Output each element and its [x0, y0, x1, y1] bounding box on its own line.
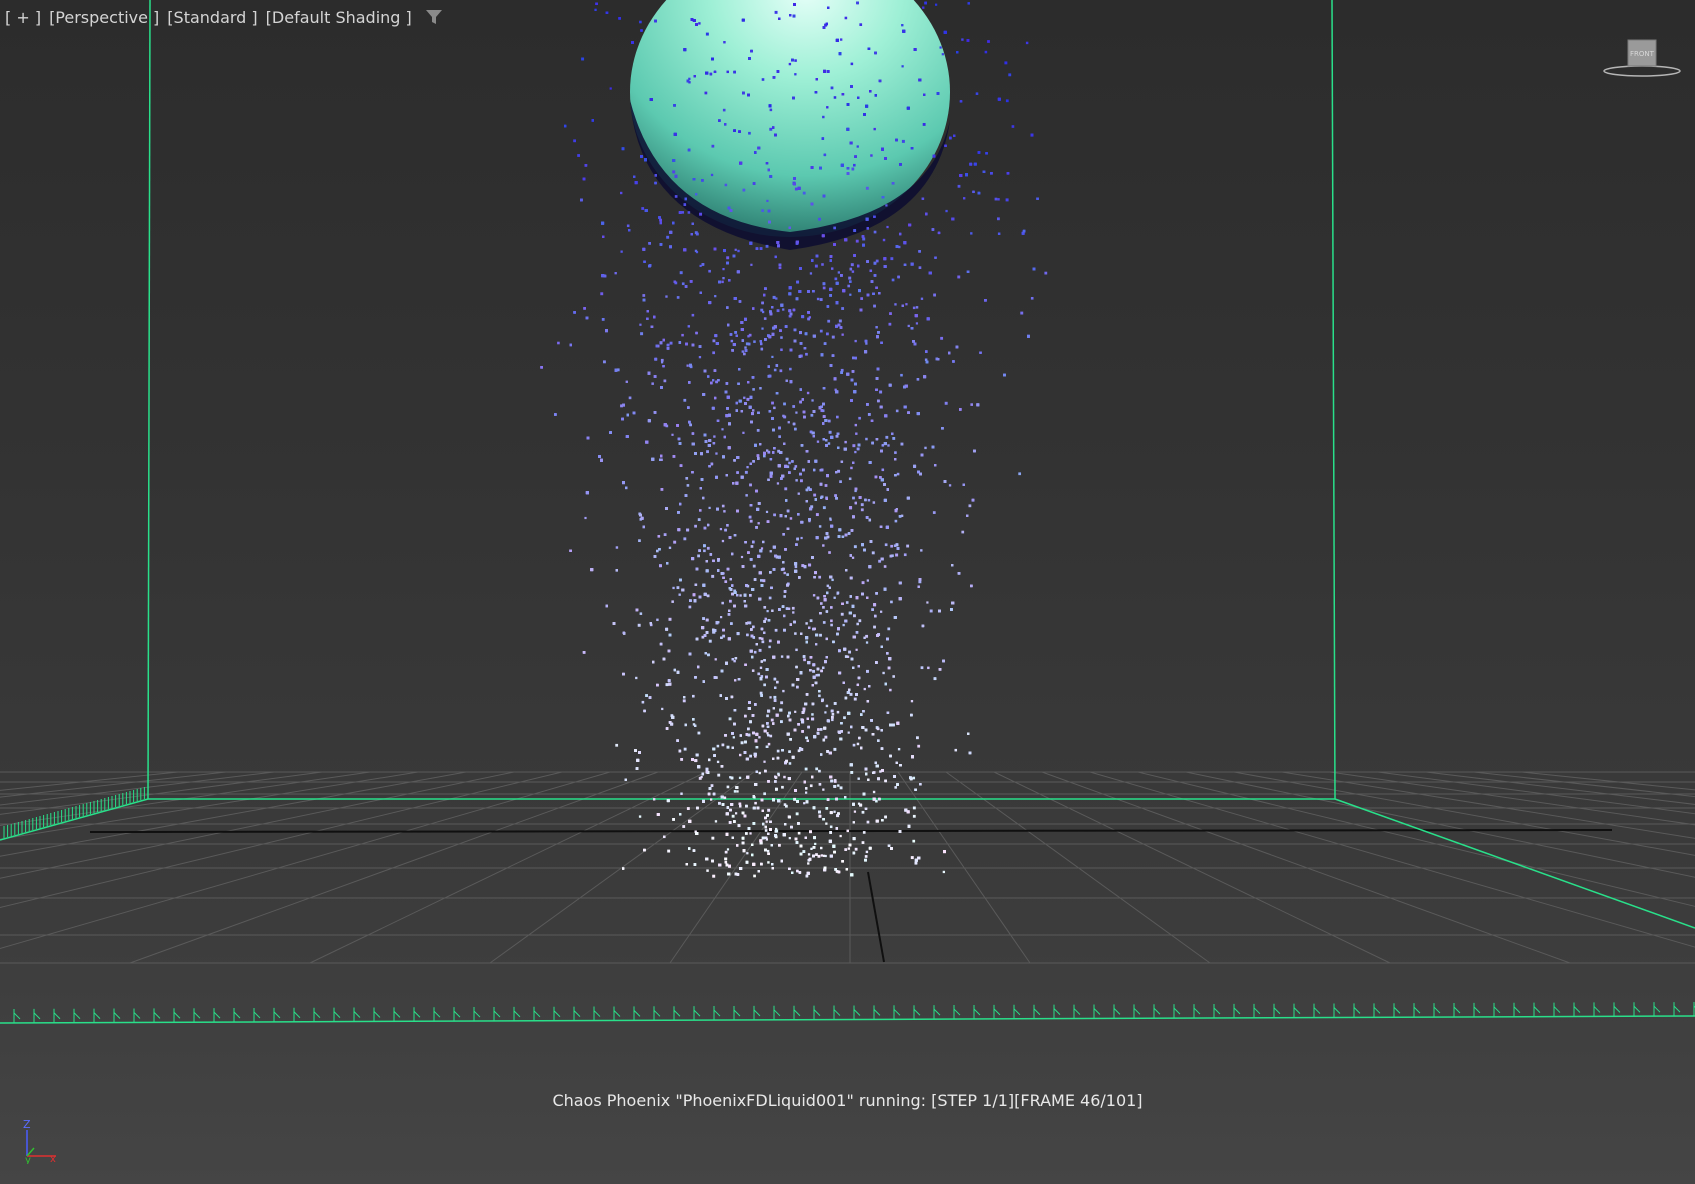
simulation-status-text: Chaos Phoenix "PhoenixFDLiquid001" runni… — [552, 1091, 1143, 1110]
viewcube-face-label: FRONT — [1630, 50, 1655, 58]
ground-grid — [0, 771, 1695, 964]
viewport-camera-mode-menu[interactable]: [Standard ] — [166, 8, 258, 27]
viewcube-compass-ring[interactable] — [1603, 65, 1681, 77]
axis-tripod-z-label: Z — [23, 1118, 31, 1131]
axis-tripod-x-label: x — [50, 1154, 56, 1164]
world-y-axis — [867, 871, 885, 963]
viewport-shading-menu[interactable]: [Default Shading ] — [265, 8, 413, 27]
viewport-label-menu: [ + ] [Perspective ] [Standard ] [Defaul… — [4, 6, 443, 28]
viewcube[interactable]: FRONT — [1600, 36, 1684, 80]
funnel-filter-icon[interactable] — [425, 8, 443, 26]
scene-canvas[interactable] — [0, 0, 1695, 1184]
axis-tripod-y-label: y — [25, 1155, 31, 1164]
3d-viewport[interactable]: [ + ] [Perspective ] [Standard ] [Defaul… — [0, 0, 1695, 1184]
viewport-view-menu[interactable]: [Perspective ] — [48, 8, 160, 27]
viewport-general-menu[interactable]: [ + ] — [4, 8, 42, 27]
axis-tripod: Z y x — [23, 1118, 56, 1164]
